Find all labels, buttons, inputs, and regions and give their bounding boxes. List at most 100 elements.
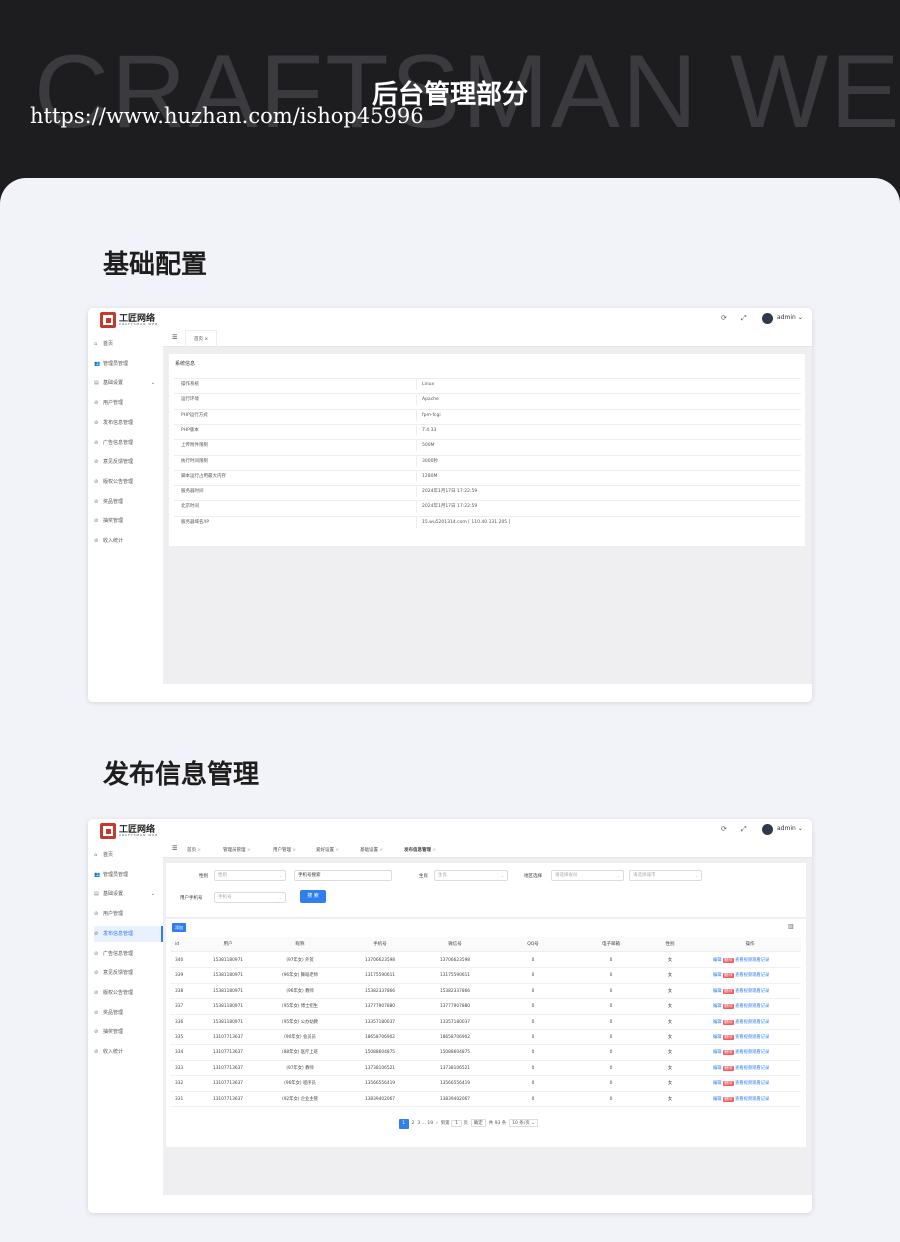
close-icon[interactable]: × [378,848,383,853]
tab-item[interactable]: 首页 × [187,847,201,853]
add-button[interactable]: 添加 [172,923,186,932]
close-icon[interactable]: × [291,848,296,853]
sidebar-item[interactable]: ⊘ 广告信息管理 [94,946,163,962]
delete-button[interactable]: 删除 [722,1050,734,1056]
view-records-link[interactable]: 查看视频观看记录 [735,1050,769,1055]
table-cell: (92年女) 企业主管 [282,1096,318,1102]
menu-toggle-icon[interactable]: ☰ [172,334,177,341]
phone-search-input[interactable]: 手机号搜索 [294,870,392,881]
delete-button[interactable]: 删除 [722,1065,734,1071]
sidebar-item[interactable]: ⊘ 用户管理 [94,906,163,922]
delete-button[interactable]: 删除 [722,973,734,979]
edit-link[interactable]: 编辑 [713,1020,722,1025]
column-header: id [175,942,180,947]
view-records-link[interactable]: 查看视频观看记录 [735,1004,769,1009]
edit-link[interactable]: 编辑 [713,958,722,963]
close-icon[interactable]: × [246,848,251,853]
edit-link[interactable]: 编辑 [713,1004,722,1009]
sidebar-item[interactable]: ⊘ 抽奖管理 [94,513,163,529]
sidebar-item[interactable]: ⊘ 收入统计 [94,533,163,549]
page-2[interactable]: 2 [412,1121,415,1126]
sidebar-item[interactable]: ▤ 基础设置 ⌄ [94,886,163,902]
zodiac-select[interactable]: 生肖 ⌄ [434,870,508,881]
table-cell: 335 [175,1035,184,1040]
delete-button[interactable]: 删除 [722,988,734,994]
prev-page-icon[interactable]: ‹ [394,1121,396,1126]
refresh-icon[interactable]: ⟳ [721,314,727,322]
edit-link[interactable]: 编辑 [713,1035,722,1040]
sidebar-item[interactable]: ⊘ 意见反馈管理 [94,454,163,470]
view-records-link[interactable]: 查看视频观看记录 [735,1020,769,1025]
fullscreen-icon[interactable]: ⤢ [741,314,747,323]
refresh-icon[interactable]: ⟳ [721,825,727,833]
sidebar-item[interactable]: ⊘ 收入统计 [94,1044,163,1060]
city-select[interactable]: 请选择城市 ⌄ [629,870,702,881]
user-menu[interactable]: admin ⌄ [777,825,803,832]
delete-button[interactable]: 删除 [722,1004,734,1010]
sidebar-item[interactable]: ⊘ 广告信息管理 [94,435,163,451]
tab-item[interactable]: 爱好设置 × [316,847,339,853]
province-select[interactable]: 请选择省份 ⌄ [551,870,624,881]
gender-select[interactable]: 性别 ⌄ [214,870,286,881]
close-icon[interactable]: × [196,848,201,853]
sidebar-item[interactable]: ▤ 基础设置 ⌄ [94,375,163,391]
tab-item[interactable]: 管理员管理 × [223,847,251,853]
edit-link[interactable]: 编辑 [713,1066,722,1071]
columns-icon[interactable]: ▥ [788,923,794,930]
close-icon[interactable]: × [431,848,436,853]
table-header: id 用户 昵称 手机号 微信号 QQ号 电子邮箱 性别 操作 [170,937,801,952]
sidebar-item[interactable]: ⊘ 发布信息管理 [94,925,163,942]
fullscreen-icon[interactable]: ⤢ [741,825,747,834]
sidebar-item[interactable]: ⊘ 意见反馈管理 [94,965,163,981]
page-1[interactable]: 1 [398,1119,409,1129]
close-icon[interactable]: × [334,848,339,853]
view-records-link[interactable]: 查看视频观看记录 [735,1081,769,1086]
sidebar-item[interactable]: ⊘ 抽奖管理 [94,1024,163,1040]
delete-button[interactable]: 删除 [722,1035,734,1040]
sidebar-item[interactable]: ⌂ 首页 [94,847,163,863]
sidebar-item-label: 收入统计 [103,538,124,544]
user-phone-select[interactable]: 手机号 ⌄ [214,892,286,903]
next-page-icon[interactable]: › [436,1121,438,1126]
view-records-link[interactable]: 查看视频观看记录 [735,1035,769,1040]
sidebar-item[interactable]: ⊘ 版权公告管理 [94,474,163,490]
sidebar-item[interactable]: 👥 管理员管理 [94,356,163,372]
user-menu[interactable]: admin ⌄ [777,314,803,321]
delete-button[interactable]: 删除 [722,1081,734,1087]
delete-button[interactable]: 删除 [722,1019,734,1025]
tab-item[interactable]: 发布信息管理 × [404,847,436,853]
sidebar-item[interactable]: ⊘ 奖品管理 [94,1005,163,1021]
page-3[interactable]: 3 [417,1121,420,1126]
edit-link[interactable]: 编辑 [713,1081,722,1086]
view-records-link[interactable]: 查看视频观看记录 [735,989,769,994]
sidebar-item[interactable]: ⊘ 用户管理 [94,395,163,411]
sidebar-item[interactable]: ⊘ 版权公告管理 [94,985,163,1001]
edit-link[interactable]: 编辑 [713,1097,722,1102]
tab-item[interactable]: 用户管理 × [273,847,296,853]
sidebar-item[interactable]: ⊘ 奖品管理 [94,494,163,510]
delete-button[interactable]: 删除 [722,958,734,963]
sidebar-item[interactable]: ⊘ 发布信息管理 [94,415,163,431]
view-records-link[interactable]: 查看视频观看记录 [735,973,769,978]
avatar[interactable] [762,824,773,835]
menu-toggle-icon[interactable]: ☰ [172,845,177,852]
edit-link[interactable]: 编辑 [713,1050,722,1055]
view-records-link[interactable]: 查看视频观看记录 [735,1097,769,1102]
delete-button[interactable]: 删除 [722,1096,734,1102]
table-cell: 0 [609,1096,613,1102]
page-size-select[interactable]: 10 条/页 ⌄ [509,1119,539,1127]
edit-link[interactable]: 编辑 [713,989,722,994]
edit-link[interactable]: 编辑 [713,973,722,978]
tab-item[interactable]: 基础设置 × [360,847,383,853]
sidebar-item[interactable]: ⌂ 首页 [94,336,163,352]
tab-home[interactable]: 首页 × [185,330,218,347]
tab-label: 用户管理 [273,848,291,853]
confirm-button[interactable]: 确定 [470,1119,486,1127]
view-records-link[interactable]: 查看视频观看记录 [735,958,769,963]
avatar[interactable] [762,313,773,324]
view-records-link[interactable]: 查看视频观看记录 [735,1066,769,1071]
search-button[interactable]: 搜 索 [300,890,326,903]
goto-page-input[interactable]: 1 [451,1120,462,1127]
sidebar-item[interactable]: 👥 管理员管理 [94,867,163,883]
page-last[interactable]: 19 [427,1121,433,1126]
